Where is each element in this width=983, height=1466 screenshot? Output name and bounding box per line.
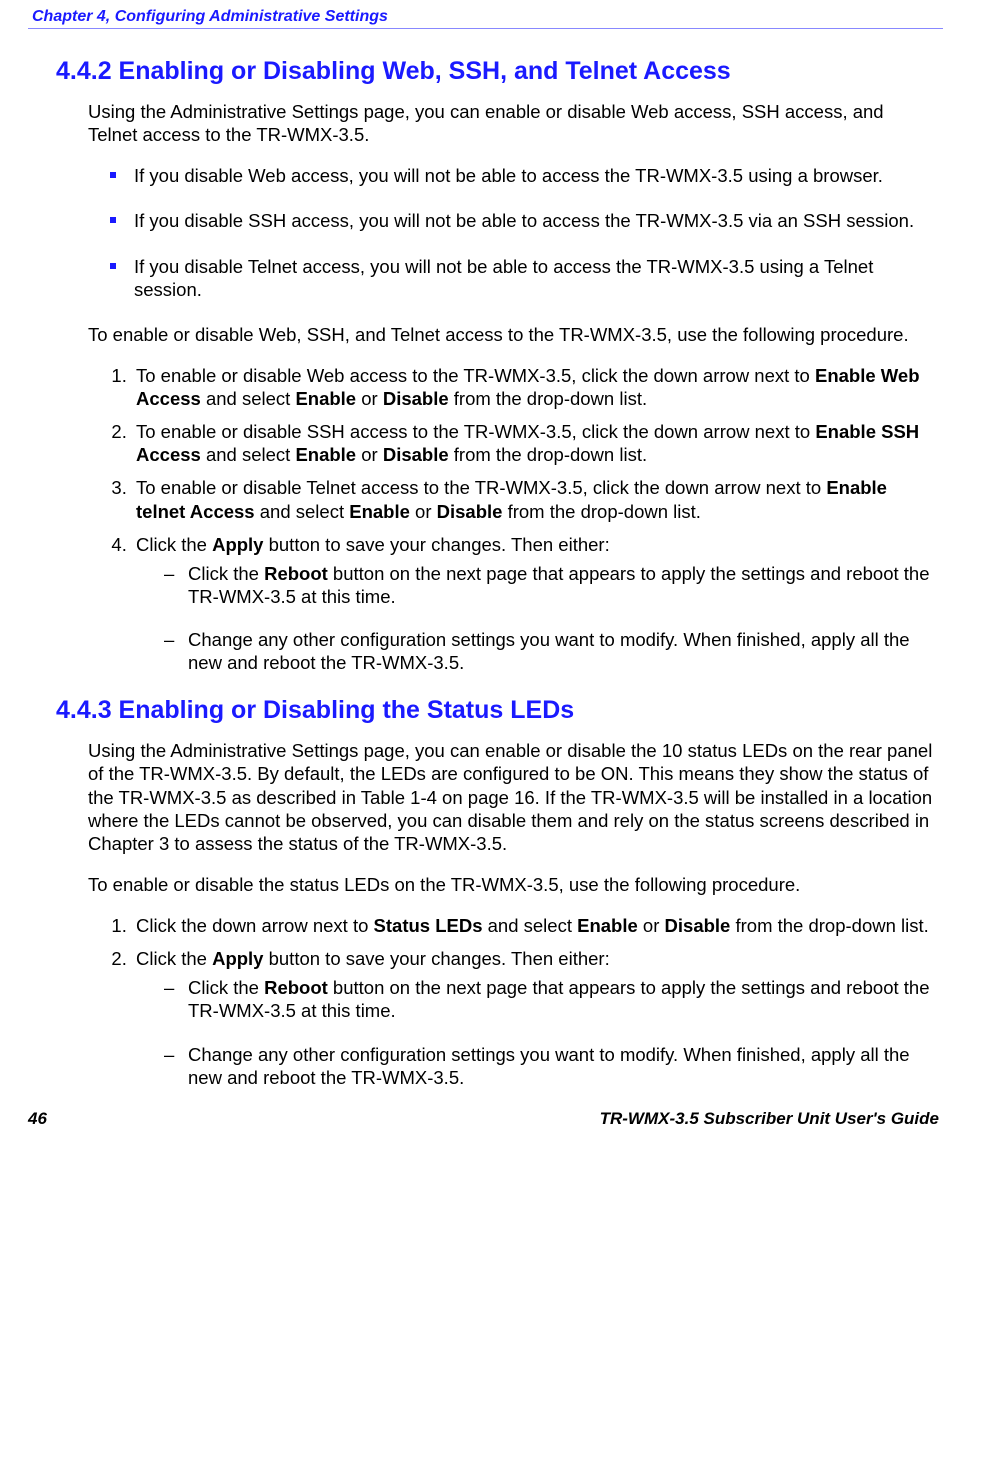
text: or bbox=[410, 501, 437, 522]
bold-text: Reboot bbox=[264, 977, 328, 998]
bullet-list-442: If you disable Web access, you will not … bbox=[88, 164, 933, 301]
dash-item: Change any other configuration settings … bbox=[164, 1043, 933, 1089]
text: from the drop-down list. bbox=[449, 444, 647, 465]
bold-text: Disable bbox=[383, 388, 449, 409]
bold-text: Enable bbox=[349, 501, 410, 522]
header-rule bbox=[28, 28, 943, 29]
text: To enable or disable Web access to the T… bbox=[136, 365, 815, 386]
step-2: To enable or disable SSH access to the T… bbox=[132, 420, 933, 466]
step-4: Click the Apply button to save your chan… bbox=[132, 533, 933, 675]
text: and select bbox=[201, 388, 296, 409]
text: Click the bbox=[136, 948, 212, 969]
bold-text: Reboot bbox=[264, 563, 328, 584]
page-footer: 46 TR-WMX-3.5 Subscriber Unit User's Gui… bbox=[28, 1109, 943, 1129]
bold-text: Disable bbox=[665, 915, 731, 936]
dash-item: Click the Reboot button on the next page… bbox=[164, 562, 933, 608]
text: Click the bbox=[136, 534, 212, 555]
bold-text: Enable bbox=[577, 915, 638, 936]
dash-item: Click the Reboot button on the next page… bbox=[164, 976, 933, 1022]
dash-list: Click the Reboot button on the next page… bbox=[136, 562, 933, 675]
doc-title: TR-WMX-3.5 Subscriber Unit User's Guide bbox=[600, 1109, 939, 1129]
intro-443: Using the Administrative Settings page, … bbox=[88, 739, 933, 855]
text: Click the bbox=[188, 977, 264, 998]
step-1: Click the down arrow next to Status LEDs… bbox=[132, 914, 933, 937]
text: Click the bbox=[188, 563, 264, 584]
bullet-item: If you disable SSH access, you will not … bbox=[110, 209, 933, 232]
text: To enable or disable Telnet access to th… bbox=[136, 477, 826, 498]
numbered-list-443: Click the down arrow next to Status LEDs… bbox=[88, 914, 933, 1089]
lead-443: To enable or disable the status LEDs on … bbox=[88, 873, 933, 896]
intro-442: Using the Administrative Settings page, … bbox=[88, 100, 933, 146]
text: from the drop-down list. bbox=[502, 501, 700, 522]
bold-text: Status LEDs bbox=[374, 915, 483, 936]
text: or bbox=[356, 444, 383, 465]
bullet-item: If you disable Web access, you will not … bbox=[110, 164, 933, 187]
page-number: 46 bbox=[28, 1109, 47, 1129]
chapter-header: Chapter 4, Configuring Administrative Se… bbox=[28, 8, 943, 26]
bold-text: Disable bbox=[437, 501, 503, 522]
bold-text: Apply bbox=[212, 948, 263, 969]
text: or bbox=[638, 915, 665, 936]
text: or bbox=[356, 388, 383, 409]
bold-text: Enable bbox=[295, 444, 356, 465]
step-1: To enable or disable Web access to the T… bbox=[132, 364, 933, 410]
numbered-list-442: To enable or disable Web access to the T… bbox=[88, 364, 933, 674]
section-heading-442: 4.4.2 Enabling or Disabling Web, SSH, an… bbox=[28, 57, 943, 86]
bold-text: Apply bbox=[212, 534, 263, 555]
text: and select bbox=[483, 915, 578, 936]
bullet-item: If you disable Telnet access, you will n… bbox=[110, 255, 933, 301]
text: from the drop-down list. bbox=[449, 388, 647, 409]
dash-item: Change any other configuration settings … bbox=[164, 628, 933, 674]
bold-text: Enable bbox=[295, 388, 356, 409]
step-2: Click the Apply button to save your chan… bbox=[132, 947, 933, 1089]
text: and select bbox=[201, 444, 296, 465]
text: To enable or disable SSH access to the T… bbox=[136, 421, 815, 442]
step-3: To enable or disable Telnet access to th… bbox=[132, 476, 933, 522]
lead-442: To enable or disable Web, SSH, and Telne… bbox=[88, 323, 933, 346]
dash-list: Click the Reboot button on the next page… bbox=[136, 976, 933, 1089]
text: from the drop-down list. bbox=[730, 915, 928, 936]
bold-text: Disable bbox=[383, 444, 449, 465]
section-heading-443: 4.4.3 Enabling or Disabling the Status L… bbox=[28, 696, 943, 725]
text: Click the down arrow next to bbox=[136, 915, 374, 936]
text: button to save your changes. Then either… bbox=[263, 948, 609, 969]
text: button to save your changes. Then either… bbox=[263, 534, 609, 555]
text: and select bbox=[255, 501, 350, 522]
